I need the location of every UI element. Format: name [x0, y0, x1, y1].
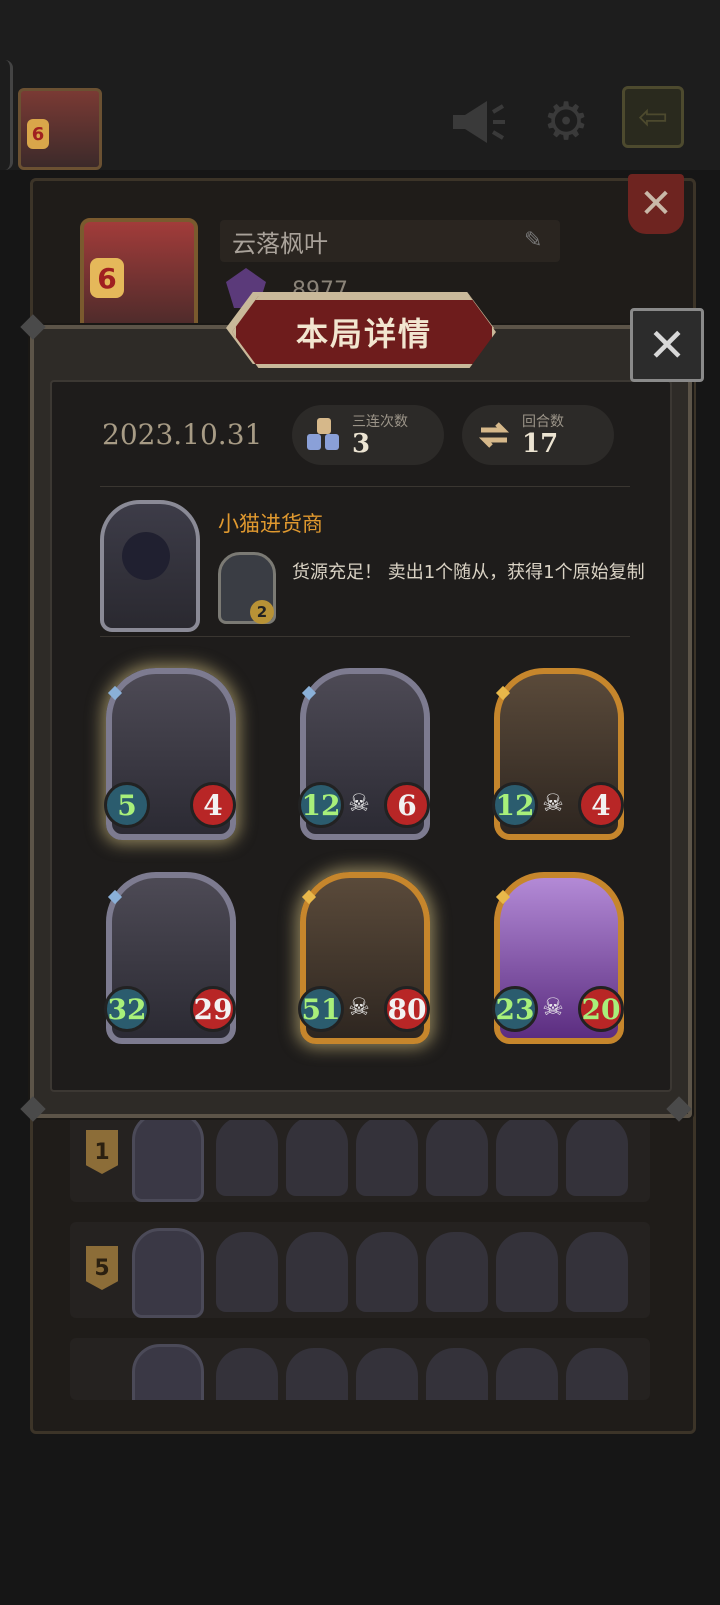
history-minion	[356, 1232, 418, 1312]
close-button[interactable]: ✕	[630, 308, 704, 382]
minion-attack: 23	[492, 986, 538, 1032]
deathrattle-skull-icon: ☠	[348, 789, 370, 817]
edit-pencil-icon[interactable]: ✎	[524, 228, 542, 253]
hero-name: 小猫进货商	[218, 512, 323, 536]
divider	[100, 486, 630, 487]
megaphone-icon[interactable]	[448, 92, 508, 152]
owl-hero-art	[122, 532, 170, 580]
history-minion	[566, 1232, 628, 1312]
player-name: 云落枫叶	[232, 230, 328, 258]
minion-attack: 5	[104, 782, 150, 828]
history-minion	[426, 1232, 488, 1312]
match-date: 2023.10.31	[102, 418, 263, 451]
history-row[interactable]	[70, 1338, 650, 1400]
hero-power-cost: 2	[250, 600, 274, 624]
profile-level-badge: 6	[90, 258, 124, 298]
minion-health: 4	[190, 782, 236, 828]
turns-value: 17	[522, 429, 559, 459]
history-row[interactable]: 1	[70, 1106, 650, 1202]
minion-attack: 51	[298, 986, 344, 1032]
triples-label: 三连次数	[352, 414, 408, 430]
minion-attack: 12	[298, 782, 344, 828]
history-hero-portrait	[132, 1112, 204, 1202]
history-minion	[496, 1348, 558, 1400]
triple-cards-icon	[304, 415, 344, 455]
history-minion	[496, 1116, 558, 1196]
triples-value: 3	[352, 429, 371, 459]
history-minion	[426, 1116, 488, 1196]
history-rank-badge: 5	[86, 1246, 118, 1290]
history-minion	[566, 1348, 628, 1400]
turns-cycle-icon	[474, 415, 514, 455]
deathrattle-skull-icon: ☠	[542, 789, 564, 817]
history-minion	[356, 1348, 418, 1400]
minion-health: 6	[384, 782, 430, 828]
back-arrow-icon[interactable]: ⇦	[622, 86, 684, 148]
hero-power-description: 货源充足！ 卖出1个随从，获得1个原始复制	[292, 562, 645, 583]
minion-attack: 12	[492, 782, 538, 828]
history-minion	[286, 1232, 348, 1312]
history-minion	[566, 1116, 628, 1196]
minion-health: 80	[384, 986, 430, 1032]
history-minion	[356, 1116, 418, 1196]
history-minion	[216, 1232, 278, 1312]
top-avatar[interactable]: 6	[18, 88, 102, 170]
history-minion	[216, 1348, 278, 1400]
hero-portrait[interactable]	[100, 500, 200, 632]
minion-health: 29	[190, 986, 236, 1032]
history-minion	[426, 1348, 488, 1400]
deathrattle-skull-icon: ☠	[542, 993, 564, 1021]
deathrattle-skull-icon: ☠	[348, 993, 370, 1021]
minion-health: 4	[578, 782, 624, 828]
history-hero-portrait	[132, 1228, 204, 1318]
history-minion	[286, 1348, 348, 1400]
history-rank-badge: 1	[86, 1130, 118, 1174]
minion-health: 20	[578, 986, 624, 1032]
minion-attack: 32	[104, 986, 150, 1032]
turns-stat: 回合数 17	[462, 405, 614, 465]
history-row[interactable]: 5	[70, 1222, 650, 1318]
history-minion	[286, 1116, 348, 1196]
gear-icon[interactable]: ⚙	[536, 92, 596, 152]
divider	[100, 636, 630, 637]
history-minion	[496, 1232, 558, 1312]
top-avatar-level: 6	[27, 119, 49, 149]
history-minion	[216, 1116, 278, 1196]
triples-stat: 三连次数 3	[292, 405, 444, 465]
top-bar	[0, 0, 720, 170]
profile-close-button[interactable]: ✕	[628, 174, 684, 234]
title-banner: 本局详情	[232, 296, 496, 368]
dialog-title: 本局详情	[295, 315, 432, 353]
turns-label: 回合数	[522, 414, 564, 430]
side-bracket	[0, 60, 13, 170]
history-hero-portrait	[132, 1344, 204, 1400]
